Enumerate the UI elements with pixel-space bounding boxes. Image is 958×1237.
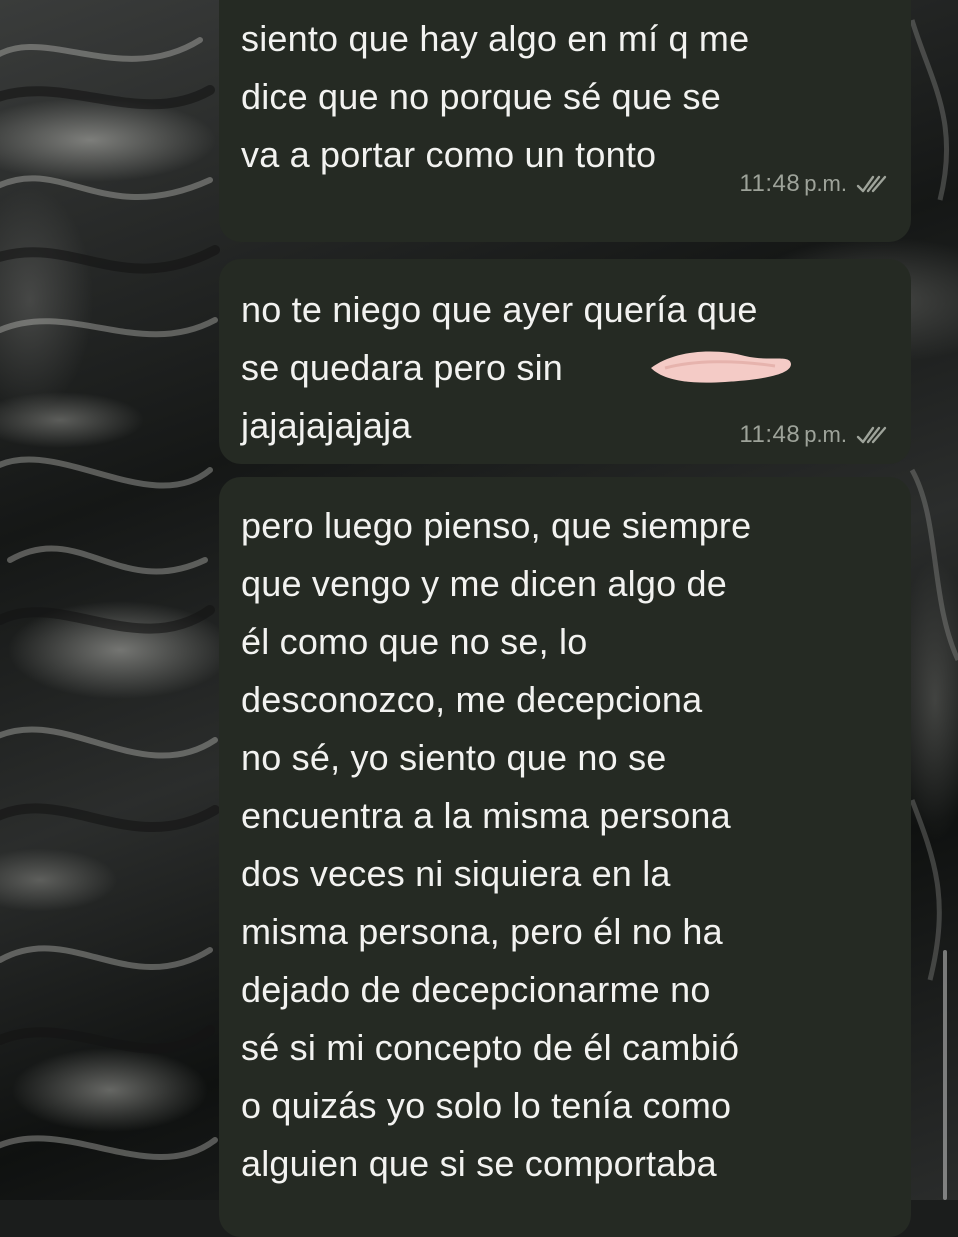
message-bubble-outgoing[interactable]: pero luego pienso, que siempre que vengo… [219, 477, 911, 1237]
message-text: siento que hay algo en mí q me dice que … [241, 18, 750, 175]
message-time: 11:48 [739, 421, 801, 448]
double-check-icon [856, 426, 887, 444]
message-text: pero luego pienso, que siempre que vengo… [241, 505, 752, 1184]
message-time: 11:48 [739, 170, 801, 197]
message-time-suffix: p.m. [804, 171, 847, 196]
scrollbar[interactable] [943, 950, 947, 1200]
message-bubble-outgoing[interactable]: siento que hay algo en mí q me dice que … [219, 0, 911, 242]
message-time-suffix: p.m. [804, 422, 847, 447]
message-meta: 11:48 p.m. [739, 421, 889, 449]
message-meta: 11:48 p.m. [739, 170, 889, 198]
double-check-icon [856, 175, 887, 193]
message-bubble-outgoing[interactable]: no te niego que ayer quería que se queda… [219, 259, 911, 464]
